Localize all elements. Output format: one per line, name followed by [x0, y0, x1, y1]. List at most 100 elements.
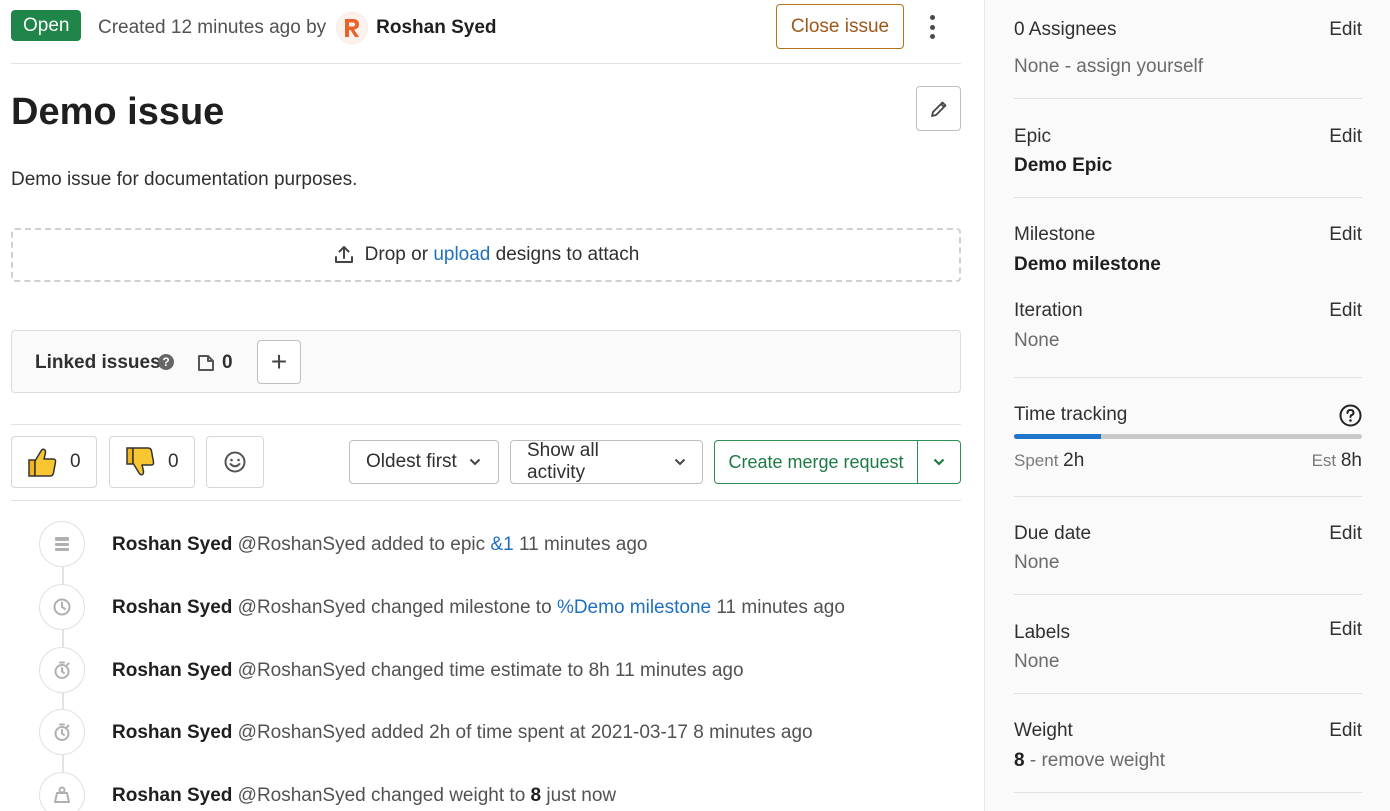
edit-weight-button[interactable]: Edit — [1329, 718, 1362, 744]
thumbs-up-icon — [28, 448, 57, 477]
timer-icon — [39, 647, 85, 693]
divider — [1014, 496, 1362, 497]
edit-iteration-button[interactable]: Edit — [1329, 298, 1362, 324]
assignees-block: 0 Assignees Edit None - assign yourself — [1014, 17, 1362, 80]
avatar[interactable] — [336, 12, 369, 44]
issue-title: Demo issue — [11, 91, 225, 133]
edit-title-button[interactable] — [916, 86, 961, 131]
activity-handle: @RoshanSyed — [237, 785, 366, 806]
edit-assignees-button[interactable]: Edit — [1329, 17, 1362, 43]
remove-weight-link[interactable]: - remove weight — [1030, 750, 1165, 771]
created-info: Created 12 minutes ago by Roshan Syed — [98, 12, 497, 44]
thumbs-down-button[interactable]: 0 — [109, 436, 195, 488]
pencil-icon — [930, 101, 946, 117]
created-text: Created 12 minutes ago by — [98, 17, 327, 38]
time-tracking-label: Time tracking — [1014, 404, 1128, 425]
activity-time: 11 minutes ago — [518, 534, 648, 555]
weight-value-row: 8 - remove weight — [1014, 748, 1362, 774]
merge-request-options-button[interactable] — [918, 441, 960, 483]
activity-action: added to epic — [371, 534, 486, 555]
thumbs-up-button[interactable]: 0 — [11, 436, 97, 488]
status-badge: Open — [11, 10, 82, 41]
divider — [11, 424, 961, 425]
activity-action: changed time estimate to 8h — [371, 660, 610, 681]
epic-icon — [39, 521, 85, 567]
sort-dropdown[interactable]: Oldest first — [349, 440, 499, 484]
activity-item: Roshan Syed @RoshanSyed changed mileston… — [112, 596, 845, 620]
edit-labels-button[interactable]: Edit — [1329, 617, 1362, 643]
labels-block: Labels Edit None — [1014, 617, 1362, 675]
add-reaction-button[interactable] — [206, 436, 264, 488]
weight-icon — [39, 772, 85, 811]
filter-label: Show all activity — [527, 440, 599, 483]
spent-value: 2h — [1063, 450, 1085, 471]
dropzone-text: Drop or upload designs to attach — [365, 244, 640, 266]
activity-time: 11 minutes ago — [615, 660, 744, 681]
milestone-label: Milestone — [1014, 224, 1096, 245]
activity-item: Roshan Syed @RoshanSyed added to epic &1… — [112, 533, 647, 557]
issue-sidebar: 0 Assignees Edit None - assign yourself … — [984, 0, 1390, 811]
help-icon[interactable]: ? — [158, 354, 174, 370]
upload-link[interactable]: upload — [433, 244, 490, 265]
activity-link[interactable]: %Demo milestone — [557, 597, 711, 618]
assign-yourself-link[interactable]: None - assign yourself — [1014, 54, 1362, 80]
edit-epic-button[interactable]: Edit — [1329, 124, 1362, 150]
linked-issues-label: Linked issues — [35, 352, 161, 373]
divider — [1014, 594, 1362, 595]
edit-milestone-button[interactable]: Edit — [1329, 222, 1362, 248]
time-tracking-progress — [1014, 434, 1362, 439]
edit-due-date-button[interactable]: Edit — [1329, 521, 1362, 547]
spent-label: Spent — [1014, 451, 1059, 470]
upload-icon — [334, 246, 353, 263]
add-linked-issue-button[interactable]: + — [257, 340, 301, 384]
activity-link[interactable]: &1 — [490, 534, 513, 555]
more-actions-icon[interactable] — [920, 12, 944, 42]
activity-author[interactable]: Roshan Syed — [112, 660, 232, 681]
activity-author[interactable]: Roshan Syed — [112, 597, 232, 618]
issue-description: Demo issue for documentation purposes. — [11, 169, 358, 190]
divider — [11, 63, 961, 64]
activity-time: 8 minutes ago — [693, 722, 813, 743]
milestone-block: Milestone Edit Demo milestone — [1014, 222, 1362, 278]
weight-label: Weight — [1014, 720, 1073, 741]
thumbs-up-count: 0 — [70, 451, 81, 472]
activity-item: Roshan Syed @RoshanSyed added 2h of time… — [112, 721, 813, 745]
activity-author[interactable]: Roshan Syed — [112, 534, 232, 555]
divider — [11, 500, 961, 501]
dropzone-suffix: designs to attach — [495, 244, 640, 265]
divider — [1014, 693, 1362, 694]
close-issue-button[interactable]: Close issue — [776, 4, 904, 49]
activity-filter-dropdown[interactable]: Show all activity — [510, 440, 703, 484]
activity-item: Roshan Syed @RoshanSyed changed weight t… — [112, 784, 616, 808]
sort-label: Oldest first — [366, 451, 457, 472]
issue-main: Open Created 12 minutes ago by Roshan Sy… — [0, 0, 984, 811]
author-link[interactable]: Roshan Syed — [376, 15, 496, 41]
linked-issues-count: 0 — [196, 351, 233, 375]
milestone-value[interactable]: Demo milestone — [1014, 252, 1362, 278]
linked-count-value: 0 — [222, 352, 233, 373]
epic-value[interactable]: Demo Epic — [1014, 153, 1362, 179]
linked-issues-card: Linked issues ? 0 + — [11, 330, 961, 393]
activity-author[interactable]: Roshan Syed — [112, 722, 232, 743]
create-merge-request-button[interactable]: Create merge request — [715, 441, 918, 483]
chevron-down-icon — [933, 458, 945, 466]
help-icon[interactable] — [1339, 404, 1362, 432]
activity-time: just now — [546, 785, 617, 806]
labels-label: Labels — [1014, 622, 1070, 643]
epic-block: Epic Edit Demo Epic — [1014, 124, 1362, 179]
divider — [1014, 792, 1362, 793]
dropzone-prefix: Drop or — [364, 244, 429, 265]
chevron-down-icon — [674, 458, 686, 466]
estimate-value: 8h — [1340, 450, 1362, 471]
weight-value: 8 — [1014, 750, 1025, 771]
activity-action: changed weight to — [371, 785, 526, 806]
smiley-icon — [224, 451, 246, 473]
issues-icon — [198, 355, 214, 371]
thumbs-down-icon — [126, 447, 155, 476]
thumbs-down-count: 0 — [168, 451, 179, 472]
avatar-letter-icon — [345, 19, 360, 37]
activity-action: added 2h of time spent at 2021-03-17 — [371, 722, 688, 743]
design-dropzone[interactable]: Drop or upload designs to attach — [11, 228, 961, 282]
activity-author[interactable]: Roshan Syed — [112, 785, 232, 806]
timer-icon — [39, 709, 85, 755]
